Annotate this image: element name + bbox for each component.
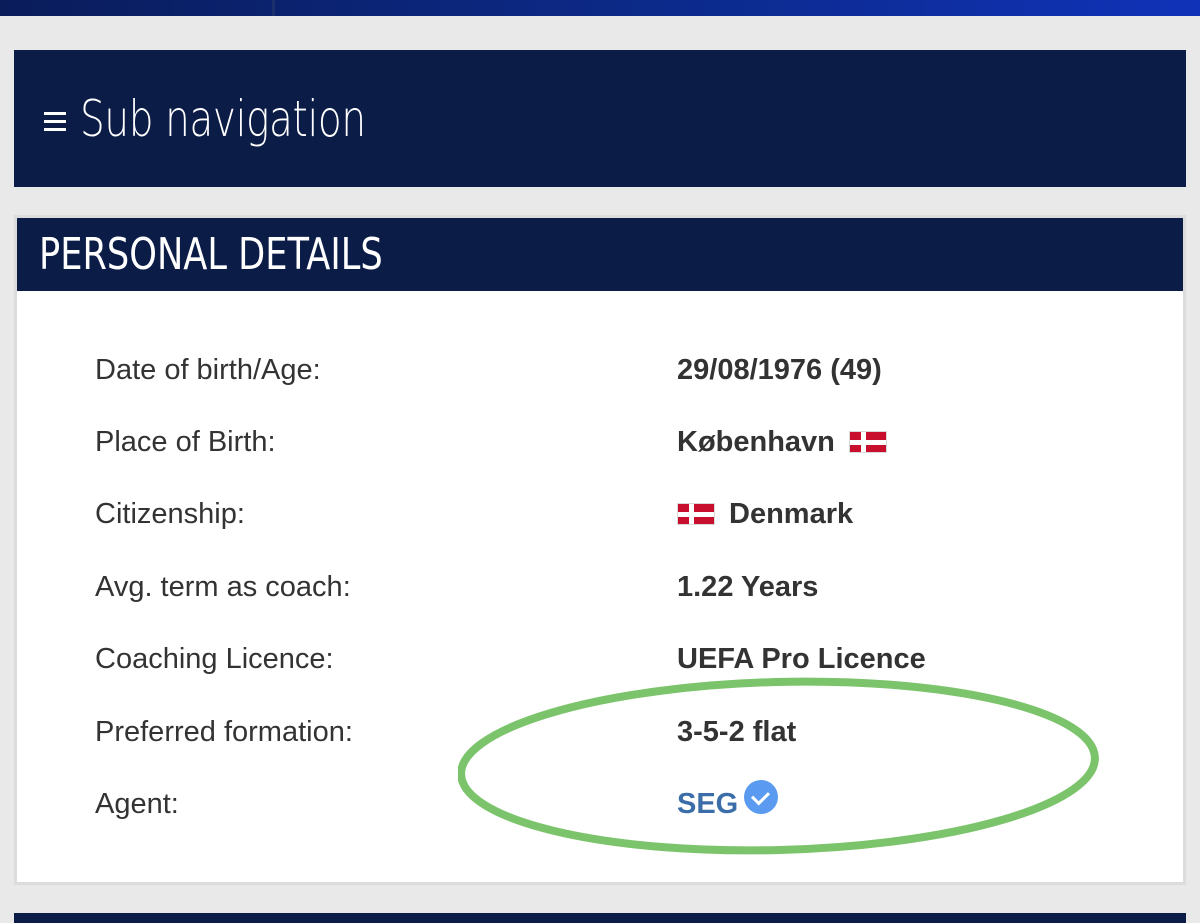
detail-label: Date of birth/Age: bbox=[95, 353, 321, 386]
detail-label: Place of Birth: bbox=[95, 425, 276, 458]
agent-link[interactable]: SEG bbox=[677, 788, 738, 821]
denmark-flag-icon bbox=[677, 503, 715, 525]
next-section-header bbox=[14, 913, 1186, 923]
detail-row-place-of-birth: Place of Birth: København bbox=[95, 422, 1095, 462]
detail-value-group: København bbox=[677, 426, 887, 459]
detail-row-coaching-licence: Coaching Licence: UEFA Pro Licence bbox=[95, 639, 1095, 679]
detail-value-group: Denmark bbox=[677, 498, 853, 531]
detail-value: København bbox=[677, 425, 835, 458]
detail-value: Denmark bbox=[729, 497, 854, 530]
personal-details-card: PERSONAL DETAILS Date of birth/Age: 29/0… bbox=[14, 215, 1186, 885]
detail-value: UEFA Pro Licence bbox=[677, 642, 926, 675]
detail-label: Citizenship: bbox=[95, 497, 245, 530]
detail-value-group: SEG bbox=[677, 780, 779, 821]
denmark-flag-icon bbox=[848, 431, 887, 453]
sub-navigation-title: Sub navigation bbox=[80, 89, 366, 148]
top-navigation-bar bbox=[0, 0, 1200, 16]
detail-row-preferred-formation: Preferred formation: 3-5-2 flat bbox=[95, 712, 1095, 752]
detail-row-citizenship: Citizenship: Denmark bbox=[95, 494, 1095, 534]
detail-label: Coaching Licence: bbox=[95, 642, 334, 675]
detail-label: Agent: bbox=[95, 787, 179, 820]
detail-row-avg-term: Avg. term as coach: 1.22 Years bbox=[95, 567, 1095, 607]
verified-check-icon bbox=[744, 780, 779, 814]
detail-value: 29/08/1976 (49) bbox=[677, 353, 882, 386]
sub-navigation-toggle[interactable]: Sub navigation bbox=[14, 50, 1186, 187]
detail-row-date-of-birth: Date of birth/Age: 29/08/1976 (49) bbox=[95, 350, 1095, 390]
detail-value: 3-5-2 flat bbox=[677, 715, 797, 748]
detail-label: Preferred formation: bbox=[95, 715, 353, 748]
personal-details-header: PERSONAL DETAILS bbox=[17, 218, 1183, 291]
personal-details-title: PERSONAL DETAILS bbox=[39, 229, 383, 280]
detail-value: 1.22 Years bbox=[677, 570, 819, 603]
top-bar-divider bbox=[272, 0, 275, 16]
detail-label: Avg. term as coach: bbox=[95, 570, 351, 603]
hamburger-icon bbox=[44, 111, 66, 136]
detail-row-agent: Agent: SEG bbox=[95, 780, 1095, 824]
